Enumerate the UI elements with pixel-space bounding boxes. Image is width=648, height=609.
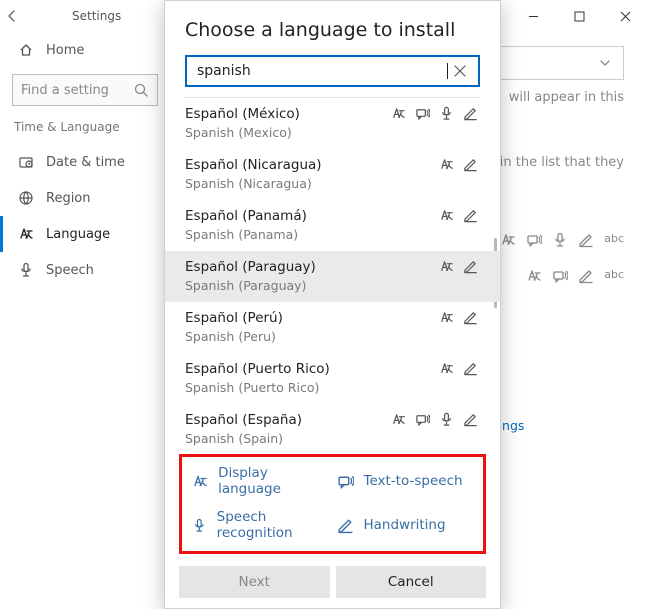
legend-speech: Speech recognition <box>192 509 329 541</box>
language-capabilities <box>391 412 478 427</box>
speech-recognition-icon <box>192 517 207 534</box>
language-option[interactable]: Español (Nicaragua) Spanish (Nicaragua) <box>165 149 500 200</box>
display-icon <box>391 106 406 121</box>
tts-icon <box>415 412 430 427</box>
language-option[interactable]: Español (Puerto Rico) Spanish (Puerto Ric… <box>165 353 500 404</box>
tts-icon <box>415 106 430 121</box>
chevron-down-icon <box>597 55 613 71</box>
sidebar-item-language[interactable]: Language <box>0 216 158 252</box>
language-option[interactable]: Español (España)Spanish (Spain) <box>165 404 500 446</box>
nav-icon <box>18 262 34 278</box>
language-capabilities <box>439 208 478 223</box>
sidebar-group: Time & Language <box>14 120 158 134</box>
hand-icon <box>463 106 478 121</box>
display-icon <box>391 412 406 427</box>
hand-icon <box>463 208 478 223</box>
next-button[interactable]: Next <box>179 566 330 598</box>
text-to-speech-icon <box>337 473 354 490</box>
hand-icon <box>463 412 478 427</box>
find-setting-placeholder: Find a setting <box>21 83 133 98</box>
hand-icon <box>463 259 478 274</box>
language-subtitle: Spanish (Nicaragua) <box>185 176 480 191</box>
language-search-value[interactable] <box>195 62 449 80</box>
cancel-button[interactable]: Cancel <box>336 566 487 598</box>
home-icon <box>18 42 34 58</box>
search-icon <box>133 82 149 98</box>
install-language-dialog: Choose a language to install Español (Mé… <box>164 0 501 609</box>
nav-icon <box>18 226 34 242</box>
language-capabilities <box>391 106 478 121</box>
language-capabilities <box>439 259 478 274</box>
nav-icon <box>18 190 34 206</box>
language-search-input[interactable] <box>185 55 480 87</box>
language-subtitle: Spanish (Panama) <box>185 227 480 242</box>
nav-icon <box>18 154 34 170</box>
speech-icon <box>439 412 454 427</box>
language-option[interactable]: Español (México)Spanish (Mexico) <box>165 98 500 149</box>
language-capabilities <box>439 310 478 325</box>
display-language-icon <box>192 473 208 490</box>
language-subtitle: Spanish (Spain) <box>185 431 480 446</box>
language-option[interactable]: Español (Panamá) Spanish (Panama) <box>165 200 500 251</box>
hand-icon <box>463 157 478 172</box>
close-icon <box>452 63 468 79</box>
sidebar-item-region[interactable]: Region <box>12 180 158 216</box>
language-name: Español (Puerto Rico) <box>185 361 480 377</box>
sidebar-item-date-time[interactable]: Date & time <box>12 144 158 180</box>
legend-tts: Text-to-speech <box>337 465 474 497</box>
display-icon <box>439 361 454 376</box>
clear-search-button[interactable] <box>448 63 472 79</box>
language-name: Español (Perú) <box>185 310 480 326</box>
language-list[interactable]: Español (México)Spanish (Mexico)Español … <box>165 98 500 446</box>
language-name: Español (Panamá) <box>185 208 480 224</box>
language-capabilities <box>439 157 478 172</box>
display-icon <box>439 157 454 172</box>
dialog-title: Choose a language to install <box>185 19 480 41</box>
language-subtitle: Spanish (Paraguay) <box>185 278 480 293</box>
nav-home-label: Home <box>46 43 84 58</box>
display-icon <box>439 208 454 223</box>
language-capabilities <box>439 361 478 376</box>
find-setting-input[interactable]: Find a setting <box>12 74 158 106</box>
back-button[interactable] <box>0 4 24 28</box>
display-icon <box>439 310 454 325</box>
handwriting-icon <box>337 517 354 534</box>
language-name: Español (Paraguay) <box>185 259 480 275</box>
hand-icon <box>463 361 478 376</box>
minimize-button[interactable] <box>510 0 556 32</box>
legend-hand: Handwriting <box>337 509 474 541</box>
language-option[interactable]: Español (Paraguay) Spanish (Paraguay) <box>165 251 500 302</box>
sidebar: Home Find a setting Time & Language Date… <box>0 32 170 288</box>
close-button[interactable] <box>602 0 648 32</box>
language-subtitle: Spanish (Mexico) <box>185 125 480 140</box>
sidebar-item-speech[interactable]: Speech <box>12 252 158 288</box>
language-subtitle: Spanish (Puerto Rico) <box>185 380 480 395</box>
language-option[interactable]: Español (Perú) Spanish (Peru) <box>165 302 500 353</box>
capability-legend: Display language Text-to-speech Speech r… <box>179 454 486 554</box>
display-icon <box>439 259 454 274</box>
speech-icon <box>439 106 454 121</box>
language-name: Español (Nicaragua) <box>185 157 480 173</box>
legend-display: Display language <box>192 465 329 497</box>
language-subtitle: Spanish (Peru) <box>185 329 480 344</box>
hand-icon <box>463 310 478 325</box>
nav-home[interactable]: Home <box>12 32 158 68</box>
maximize-button[interactable] <box>556 0 602 32</box>
window-title: Settings <box>72 9 121 23</box>
